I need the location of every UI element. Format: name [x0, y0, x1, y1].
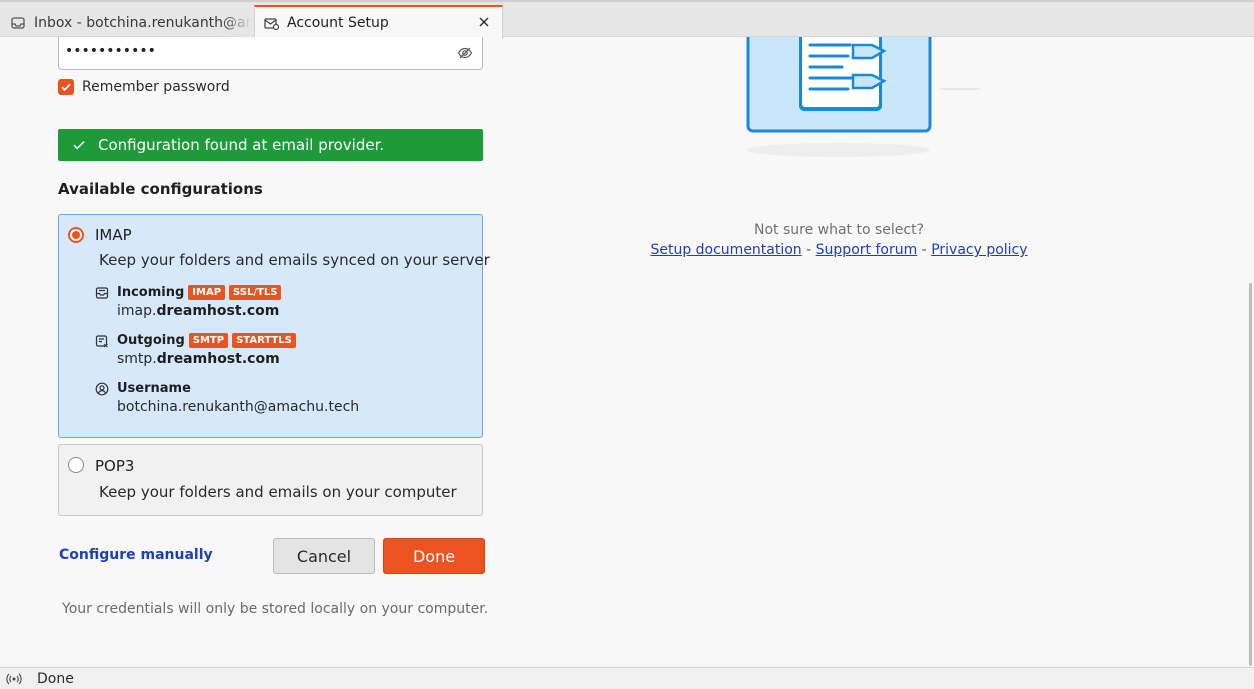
setup-documentation-link[interactable]: Setup documentation — [650, 242, 801, 258]
incoming-security-badge: SSL/TLS — [229, 285, 282, 300]
outgoing-protocol-badge: SMTP — [188, 333, 229, 348]
outgoing-host-domain: dreamhost.com — [156, 351, 280, 367]
password-input[interactable]: ••••••••••• — [58, 37, 483, 70]
incoming-server: Incoming IMAP SSL/TLS imap.dreamhost.com — [95, 285, 282, 319]
outgoing-security-badge: STARTTLS — [232, 333, 296, 348]
remember-password-label: Remember password — [82, 79, 230, 95]
imap-option[interactable]: IMAP Keep your folders and emails synced… — [58, 214, 490, 438]
username-value: botchina.renukanth@amachu.tech — [117, 399, 360, 415]
cancel-button[interactable]: Cancel — [273, 538, 375, 574]
incoming-protocol-badge: IMAP — [188, 285, 226, 300]
configure-manually-link[interactable]: Configure manually — [59, 547, 213, 563]
done-button[interactable]: Done — [383, 538, 485, 574]
incoming-label: Incoming — [117, 285, 185, 300]
privacy-policy-link[interactable]: Privacy policy — [931, 242, 1027, 258]
outgoing-server: Outgoing SMTP STARTTLS smtp.dreamhost.co… — [95, 333, 296, 367]
activity-icon[interactable] — [6, 671, 22, 687]
outbox-icon — [95, 334, 109, 348]
mail-setup-icon — [263, 15, 279, 31]
user-icon — [95, 382, 109, 396]
close-icon[interactable] — [476, 14, 492, 30]
pop3-name: POP3 — [95, 457, 135, 475]
available-configurations-title: Available configurations — [58, 180, 263, 198]
tab-account-setup[interactable]: Account Setup — [254, 5, 503, 39]
remember-password[interactable]: Remember password — [58, 79, 230, 95]
support-forum-link[interactable]: Support forum — [816, 242, 918, 258]
imap-radio[interactable] — [68, 227, 84, 243]
credentials-note: Your credentials will only be stored loc… — [62, 601, 489, 617]
help-question: Not sure what to select? — [753, 222, 925, 238]
config-found-text: Configuration found at email provider. — [98, 136, 385, 154]
status-text: Done — [37, 670, 74, 687]
pop3-description: Keep your folders and emails on your com… — [99, 483, 457, 501]
imap-description: Keep your folders and emails synced on y… — [99, 251, 490, 269]
tab-account-setup-label: Account Setup — [287, 15, 389, 31]
inbox-icon — [95, 286, 109, 300]
password-value: ••••••••••• — [65, 43, 156, 59]
tab-bar: Inbox - botchina.renukanth@am Account Se… — [0, 0, 1254, 39]
eye-hidden-icon[interactable] — [457, 45, 473, 61]
tab-inbox-label: Inbox - botchina.renukanth@am — [34, 14, 252, 31]
outgoing-host-prefix: smtp. — [117, 351, 157, 367]
incoming-host-prefix: imap. — [117, 303, 157, 319]
incoming-host-domain: dreamhost.com — [156, 303, 280, 319]
link-separator: - — [921, 242, 927, 258]
pop3-option[interactable]: POP3 Keep your folders and emails on you… — [58, 444, 483, 516]
remember-password-checkbox[interactable] — [58, 79, 74, 95]
config-found-message: Configuration found at email provider. — [58, 129, 483, 161]
setup-illustration-icon — [740, 25, 980, 162]
tab-inbox[interactable]: Inbox - botchina.renukanth@am — [0, 6, 252, 39]
outgoing-label: Outgoing — [117, 333, 185, 348]
pop3-radio[interactable] — [68, 457, 84, 473]
checkmark-icon — [72, 138, 86, 152]
imap-name: IMAP — [95, 226, 132, 244]
username-label: Username — [117, 381, 191, 396]
username-info: Username botchina.renukanth@amachu.tech — [95, 381, 359, 415]
vertical-scrollbar[interactable] — [1249, 283, 1252, 666]
mail-inbox-icon — [10, 15, 26, 31]
link-separator: - — [806, 242, 812, 258]
help-links: Setup documentation - Support forum - Pr… — [650, 242, 1027, 258]
status-bar: Done — [0, 667, 1254, 689]
